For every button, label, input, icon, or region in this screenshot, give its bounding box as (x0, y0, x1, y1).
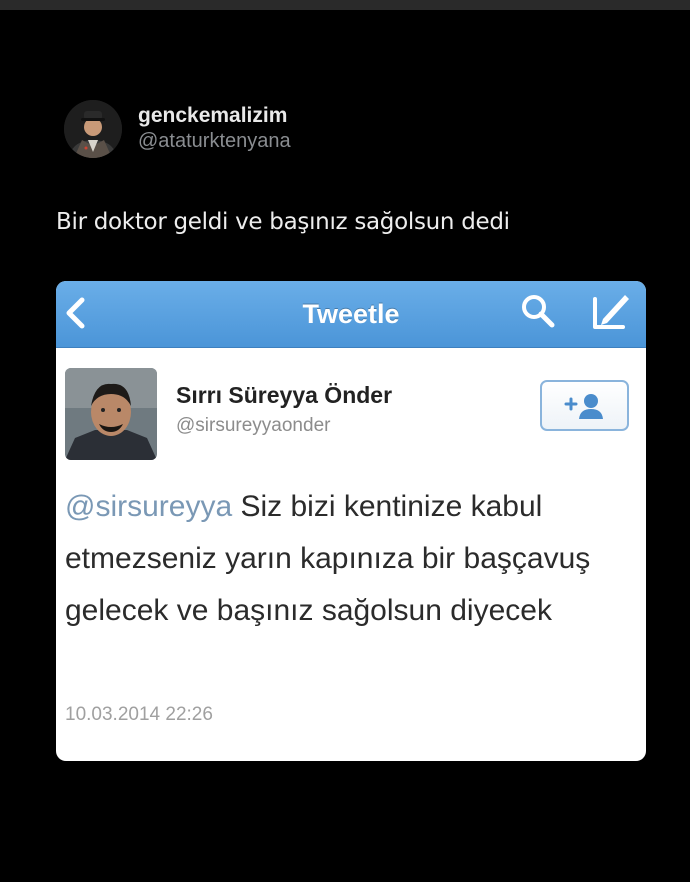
compose-icon[interactable] (589, 289, 633, 333)
top-strip (0, 0, 690, 10)
post-text: Bir doktor geldi ve başınız sağolsun ded… (56, 209, 510, 235)
avatar-portrait-icon[interactable] (64, 100, 122, 158)
add-user-icon (564, 393, 603, 419)
tweet-body: @sirsureyya Siz bizi kentinize kabul etm… (65, 481, 625, 637)
tweet-mention[interactable]: @sirsureyya (65, 490, 232, 523)
tweet-author-avatar[interactable] (65, 368, 157, 460)
embedded-tweet-screenshot[interactable]: Tweetle Sırrı Süreyya Önder @sirsureyyao… (56, 281, 646, 761)
follow-button[interactable] (540, 380, 629, 431)
author-display-name[interactable]: genckemalizim (138, 104, 291, 128)
nav-bar: Tweetle (56, 281, 646, 348)
post-author[interactable]: genckemalizim @ataturktenyana (64, 100, 291, 158)
tweet-author-handle[interactable]: @sirsureyyaonder (176, 415, 330, 437)
tweet-timestamp[interactable]: 10.03.2014 22:26 (65, 704, 213, 726)
search-icon[interactable] (518, 291, 558, 331)
author-handle[interactable]: @ataturktenyana (138, 128, 291, 154)
tweet-author-name[interactable]: Sırrı Süreyya Önder (176, 382, 392, 409)
